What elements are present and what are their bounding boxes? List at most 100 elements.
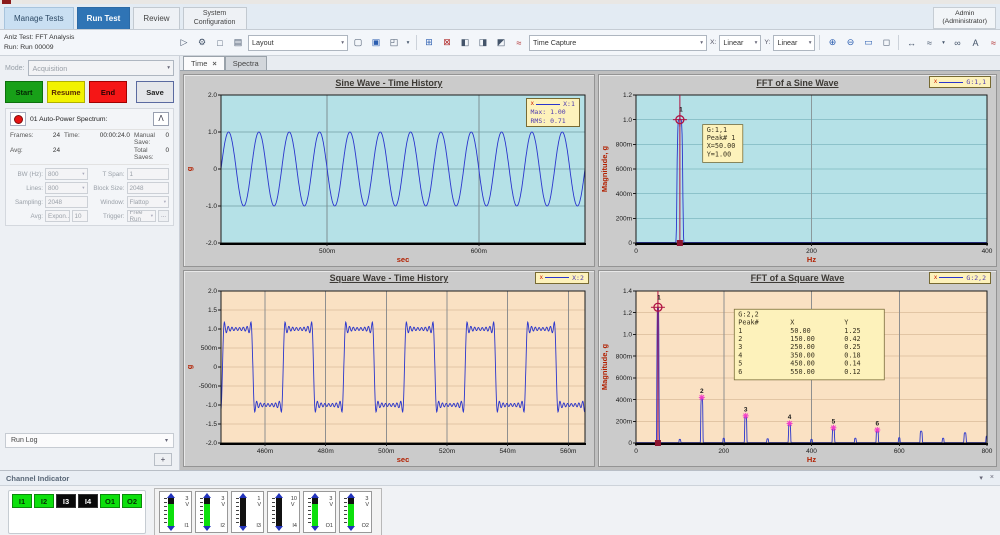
legend-stat: RMS: 0.71 (531, 117, 575, 125)
save-button[interactable]: Save (136, 81, 174, 103)
link-icon[interactable]: ∞ (949, 35, 965, 51)
channel-button-I2[interactable]: I2 (34, 494, 54, 508)
window-select[interactable]: Flattop▾ (127, 196, 170, 208)
square-time-chart[interactable]: 2.01.51.0500m0-500m-1.0-1.5-2.0460m480m5… (184, 286, 594, 466)
tspan-field[interactable]: 1 (127, 168, 170, 180)
peak-table-annotation[interactable]: G:2,2Peak#XY150.001.252150.000.423250.00… (734, 309, 884, 380)
channel-button-I4[interactable]: I4 (78, 494, 98, 508)
annotation-text-icon[interactable]: A (967, 35, 983, 51)
tab-system-configuration[interactable]: System Configuration (183, 7, 247, 29)
save-layout-icon[interactable]: ▣ (368, 35, 384, 51)
settings-gear-icon[interactable]: ⚙ (194, 35, 210, 51)
open-layout-chevron-icon[interactable]: ▾ (404, 35, 412, 51)
meter-ticks (308, 498, 311, 526)
legend-label: X:2 (572, 274, 584, 282)
meter-channel-label: I2 (220, 523, 225, 529)
zoom-reset-icon[interactable]: ◻ (878, 35, 894, 51)
split-quad-icon[interactable]: ◩ (493, 35, 509, 51)
run-log-expander[interactable]: Run Log ▾ (5, 433, 174, 448)
delete-window-icon[interactable]: ⊠ (439, 35, 455, 51)
channel-indicator-title: Channel Indicator (6, 474, 69, 483)
admin-button[interactable]: Admin (Administrator) (933, 7, 996, 29)
lines-select[interactable]: 800▾ (45, 182, 88, 194)
report-panel-icon[interactable]: ▤ (230, 35, 246, 51)
meter-up-arrow-icon (347, 493, 355, 498)
peak-annotation[interactable]: G:1,1Peak# 1X=50.00Y=1.00 (703, 125, 743, 163)
curve-icon[interactable]: ≈ (511, 35, 527, 51)
chevron-down-icon: ▾ (809, 40, 812, 46)
new-layout-icon[interactable]: ▢ (350, 35, 366, 51)
level-meter-I3[interactable]: 1VI3 (231, 491, 264, 533)
mode-select[interactable]: Acquisition ▾ (28, 60, 174, 76)
spectrum-label: 01 Auto-Power Spectrum: (30, 116, 149, 123)
manual-save-label: Manual Save: (134, 132, 165, 146)
level-meter-O2[interactable]: 3VO2 (339, 491, 372, 533)
sampling-field[interactable]: 2048 (45, 196, 88, 208)
record-button[interactable] (10, 112, 26, 126)
zoom-box-icon[interactable]: ▭ (860, 35, 876, 51)
block-size-field[interactable]: 2048 (127, 182, 170, 194)
cursor-tool-icon[interactable]: ≈ (921, 35, 937, 51)
wave-icon[interactable]: ≈ (985, 35, 1000, 51)
channel-button-O2[interactable]: O2 (122, 494, 142, 508)
avg-count-field[interactable]: 10 (72, 210, 88, 222)
fft-sine-plot: 0200m400m600m800m1.01.20200400HzMagnitud… (599, 90, 996, 266)
add-window-icon[interactable]: ⊞ (421, 35, 437, 51)
stop-icon[interactable]: □ (212, 35, 228, 51)
pan-icon[interactable]: ↔ (903, 35, 919, 51)
cursor-chevron-icon[interactable]: ▾ (939, 35, 947, 51)
level-meter-I2[interactable]: 3VI2 (195, 491, 228, 533)
level-meter-I4[interactable]: 10VI4 (267, 491, 300, 533)
start-button[interactable]: Start (5, 81, 43, 103)
svg-text:1.0: 1.0 (623, 331, 632, 338)
split-left-icon[interactable]: ◧ (457, 35, 473, 51)
sine-time-chart[interactable]: 2.01.00-1.0-2.0500m600msecgxX:1Max: 1.00… (184, 90, 594, 266)
toolbar-separator (416, 35, 417, 50)
meter-range-label: 3V (365, 496, 369, 508)
run-test-icon[interactable]: ▷ (176, 35, 192, 51)
zoom-in-icon[interactable]: ⊕ (824, 35, 840, 51)
split-right-icon[interactable]: ◨ (475, 35, 491, 51)
tab-time[interactable]: Time × (183, 56, 225, 70)
signal-select[interactable]: Time Capture ▾ (529, 35, 707, 51)
tab-spectra[interactable]: Spectra (225, 56, 267, 70)
close-panel-icon[interactable]: × (990, 474, 994, 482)
svg-text:0: 0 (634, 248, 638, 255)
tab-review[interactable]: Review (133, 7, 179, 29)
add-panel-button[interactable]: + (154, 453, 172, 466)
open-layout-icon[interactable]: ◰ (386, 35, 402, 51)
svg-text:600m: 600m (616, 166, 632, 173)
close-tab-icon[interactable]: × (212, 59, 216, 68)
time-label: Time: (64, 132, 80, 146)
avg-mode-label: Avg: (10, 213, 43, 220)
tab-run-test[interactable]: Run Test (77, 7, 131, 29)
avg-mode-select[interactable]: Expon...▾ (45, 210, 70, 222)
lines-label: Lines: (10, 185, 43, 192)
fft-sine-chart[interactable]: 0200m400m600m800m1.01.20200400HzMagnitud… (599, 90, 996, 266)
zoom-out-icon[interactable]: ⊖ (842, 35, 858, 51)
level-meter-I1[interactable]: 3VI1 (159, 491, 192, 533)
end-button[interactable]: End (89, 81, 127, 103)
legend-line-sample (939, 82, 963, 83)
channel-button-I1[interactable]: I1 (12, 494, 32, 508)
collapse-chevron-icon[interactable]: ▾ (979, 474, 983, 482)
meter-range-label: 3V (329, 496, 333, 508)
resume-button[interactable]: Resume (47, 81, 85, 103)
trigger-more-button[interactable]: ... (158, 210, 169, 222)
peak-marker-button[interactable]: Λ (153, 112, 169, 126)
svg-text:540m: 540m (500, 448, 516, 455)
svg-text:Y=1.00: Y=1.00 (707, 150, 732, 158)
level-meter-O1[interactable]: 3VO1 (303, 491, 336, 533)
y-scale-select[interactable]: Linear ▾ (773, 35, 815, 51)
fft-square-chart[interactable]: 0200m400m600m800m1.01.21.40200400600800H… (599, 286, 996, 466)
layout-select[interactable]: Layout ▾ (248, 35, 348, 51)
tab-manage-tests[interactable]: Manage Tests (4, 7, 74, 29)
trigger-select[interactable]: Free Run▾ (127, 210, 157, 222)
chart-title: Sine Wave - Time History (335, 78, 442, 88)
meter-ticks (344, 498, 347, 526)
svg-text:500m: 500m (378, 448, 394, 455)
bw-select[interactable]: 800▾ (45, 168, 88, 180)
channel-button-O1[interactable]: O1 (100, 494, 120, 508)
channel-button-I3[interactable]: I3 (56, 494, 76, 508)
x-scale-select[interactable]: Linear ▾ (719, 35, 761, 51)
